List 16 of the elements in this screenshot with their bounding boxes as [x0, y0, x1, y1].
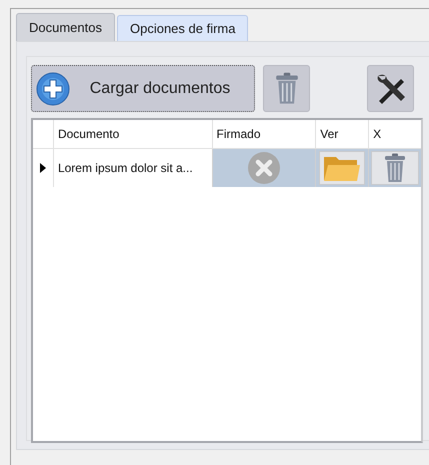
trash-icon: [274, 72, 300, 105]
tab[interactable]: Documentos: [16, 13, 115, 41]
delete-button[interactable]: [263, 65, 310, 112]
folder-icon: [323, 154, 362, 182]
column-header[interactable]: Ver: [315, 120, 368, 148]
column-header[interactable]: Firmado: [212, 120, 316, 148]
settings-button[interactable]: [367, 65, 414, 112]
delete-row-button[interactable]: [371, 151, 420, 185]
plus-icon: [36, 72, 70, 106]
column-header[interactable]: X: [368, 120, 421, 148]
load-documents-button[interactable]: Cargar documentos: [31, 65, 255, 112]
tab[interactable]: Opciones de firma: [116, 15, 248, 41]
open-button[interactable]: [319, 151, 366, 185]
row-indicator-icon: [40, 163, 46, 173]
trash-icon: [383, 153, 408, 183]
column-header[interactable]: Documento: [52, 120, 212, 148]
